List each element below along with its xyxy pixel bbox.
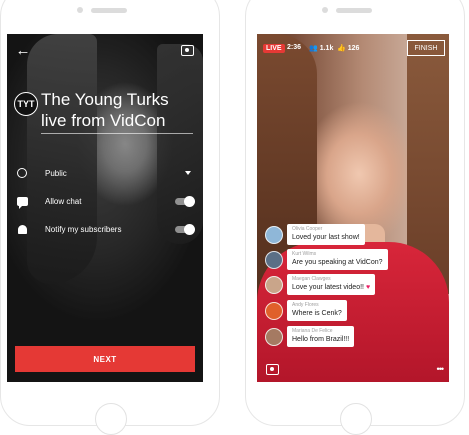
viewers-value: 1.1k [319, 44, 334, 52]
speaker-slot [91, 8, 127, 13]
privacy-label: Public [45, 168, 67, 178]
elapsed-value: 2:36 [287, 44, 302, 51]
allow-chat-row: Allow chat [15, 192, 195, 210]
notify-subscribers-label: Notify my subscribers [45, 224, 122, 234]
live-badge: LIVE [263, 44, 285, 53]
viewers-icon: 👥 [309, 45, 318, 52]
stream-title-input[interactable]: The Young Turks live from VidCon [41, 89, 191, 131]
chat-bubble: Kurt Wilms Are you speaking at VidCon? [287, 249, 388, 270]
allow-chat-label: Allow chat [45, 196, 82, 206]
chat-text: Hello from Brazil!!! [292, 336, 350, 343]
chat-bubble: Olivia Cooper Loved your last show! [287, 224, 365, 245]
chat-message: Kurt Wilms Are you speaking at VidCon? [265, 249, 388, 270]
notify-subscribers-row: Notify my subscribers [15, 220, 195, 238]
chat-text: Loved your last show! [292, 234, 360, 241]
chat-icon [15, 194, 29, 209]
more-options-icon[interactable]: ••• [437, 364, 445, 374]
notify-subscribers-toggle[interactable] [175, 223, 195, 235]
camera-switch-icon[interactable] [265, 362, 279, 376]
chat-author: Olivia Cooper [292, 226, 323, 232]
chat-author: Mariana De Felice [292, 328, 333, 334]
next-button[interactable]: NEXT [15, 346, 195, 372]
channel-logo: TYT [14, 92, 38, 116]
globe-icon [15, 166, 29, 180]
chat-author: Kurt Wilms [292, 251, 317, 257]
chat-text-content: Love your latest video!! [292, 284, 364, 291]
camera-dot [77, 7, 83, 13]
chat-bubble: Maegan Clawges Love your latest video!! … [287, 274, 376, 295]
avatar [265, 328, 283, 346]
elapsed-time: 2:36 [287, 44, 301, 51]
home-button [95, 403, 127, 435]
finish-button[interactable]: FINISH [407, 40, 445, 56]
chat-message: Andy Flores Where is Cenk? [265, 300, 347, 321]
avatar [265, 302, 283, 320]
chat-text: Where is Cenk? [292, 310, 342, 317]
title-underline [41, 133, 193, 134]
privacy-row[interactable]: Public [15, 164, 195, 182]
chat-bubble: Andy Flores Where is Cenk? [287, 300, 347, 321]
chevron-down-icon[interactable] [185, 171, 191, 175]
heart-icon: ♥ [365, 284, 371, 291]
chat-message: Mariana De Felice Hello from Brazil!!! [265, 326, 355, 347]
chat-author: Maegan Clawges [292, 276, 331, 282]
chat-bubble: Mariana De Felice Hello from Brazil!!! [287, 326, 355, 347]
home-button [340, 403, 372, 435]
back-arrow-icon[interactable]: ← [15, 42, 31, 59]
bell-icon [15, 222, 29, 236]
like-count: 👍 126 [337, 44, 360, 53]
speaker-slot [336, 8, 372, 13]
chat-message: Maegan Clawges Love your latest video!! … [265, 274, 376, 295]
chat-author: Andy Flores [292, 302, 319, 308]
allow-chat-toggle[interactable] [175, 195, 195, 207]
avatar [265, 226, 283, 244]
chat-text: Are you speaking at VidCon? [292, 259, 383, 266]
camera-switch-icon[interactable] [179, 42, 195, 58]
live-screen: LIVE 2:36 👥 1.1k 👍 126 FINISH Olivia Coo… [257, 34, 449, 382]
avatar [265, 276, 283, 294]
avatar [265, 251, 283, 269]
likes-value: 126 [347, 44, 360, 52]
setup-screen: ← TYT The Young Turks live from VidCon P… [7, 34, 203, 382]
chat-text: Love your latest video!! ♥ [292, 283, 370, 292]
viewer-count: 👥 1.1k [309, 44, 334, 53]
camera-dot [322, 7, 328, 13]
thumbs-up-icon: 👍 [337, 45, 346, 52]
chat-message: Olivia Cooper Loved your last show! [265, 224, 365, 245]
